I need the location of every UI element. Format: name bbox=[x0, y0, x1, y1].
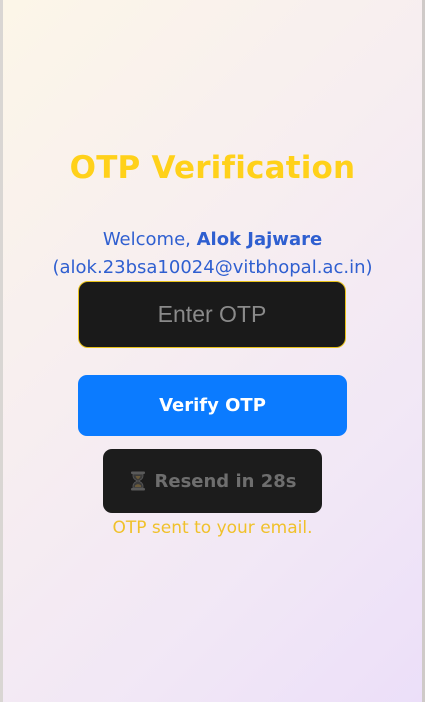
welcome-line: Welcome, Alok Jajware bbox=[3, 226, 422, 254]
verify-otp-button[interactable]: Verify OTP bbox=[78, 375, 347, 436]
otp-page: OTP Verification Welcome, Alok Jajware (… bbox=[3, 0, 422, 702]
welcome-message: Welcome, Alok Jajware (alok.23bsa10024@v… bbox=[3, 226, 422, 282]
user-email: (alok.23bsa10024@vitbhopal.ac.in) bbox=[52, 257, 373, 278]
otp-input[interactable] bbox=[78, 281, 346, 348]
page-title: OTP Verification bbox=[69, 150, 356, 186]
status-message: OTP sent to your email. bbox=[112, 518, 313, 538]
resend-otp-button[interactable]: Resend in 28s bbox=[103, 449, 322, 513]
user-name: Alok Jajware bbox=[196, 229, 323, 250]
hourglass-icon bbox=[129, 471, 147, 491]
welcome-prefix: Welcome, bbox=[102, 229, 197, 250]
resend-label: Resend in 28s bbox=[154, 470, 297, 492]
